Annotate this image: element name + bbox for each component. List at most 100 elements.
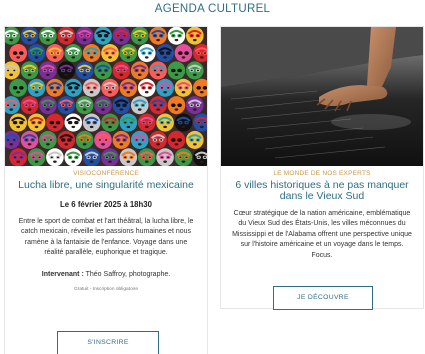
mask <box>57 96 76 115</box>
mask <box>94 27 112 45</box>
mask <box>186 130 204 149</box>
mask <box>20 130 39 149</box>
mask <box>156 148 174 166</box>
mask <box>174 148 193 166</box>
mask <box>94 96 112 115</box>
event-description: Cœur stratégique de la nation américaine… <box>232 210 412 259</box>
mask <box>82 44 101 63</box>
mask <box>46 78 64 97</box>
lucha-libre-masks-image[interactable] <box>5 27 207 166</box>
event-headline[interactable]: Lucha libre, une singularité mexicaine <box>11 180 201 191</box>
mask <box>27 44 46 63</box>
mask <box>137 78 156 97</box>
mask <box>112 27 131 45</box>
event-speaker: Intervenant : Théo Saffroy, photographe. <box>5 271 207 278</box>
event-headline[interactable]: 6 villes historiques à ne pas manquer da… <box>227 180 417 202</box>
mask <box>112 61 131 80</box>
mask <box>82 113 101 132</box>
mask <box>46 113 64 132</box>
mask <box>27 148 46 166</box>
mask <box>119 148 138 166</box>
mask <box>130 61 149 80</box>
mask <box>75 96 94 115</box>
mask <box>156 113 174 132</box>
mask <box>57 27 76 45</box>
mask <box>9 44 27 63</box>
mask <box>101 78 119 97</box>
mask <box>130 27 149 45</box>
mask <box>130 130 149 149</box>
memorial-photo <box>221 27 423 166</box>
mask <box>9 78 27 97</box>
mask <box>75 130 94 149</box>
mask <box>186 96 204 115</box>
mask <box>156 44 174 63</box>
mask <box>137 148 156 166</box>
mask <box>112 130 131 149</box>
mask <box>82 78 101 97</box>
register-button[interactable]: S'INSCRIRE <box>57 331 159 354</box>
section-title: AGENDA CULTUREL <box>154 3 271 15</box>
mask <box>186 27 204 45</box>
mask <box>20 61 39 80</box>
mask <box>101 148 119 166</box>
event-date: Le 6 février 2025 à 18h30 <box>60 200 152 209</box>
speaker-value: Théo Saffroy, photographe. <box>85 270 171 278</box>
mask <box>39 130 57 149</box>
mask <box>46 44 64 63</box>
mask <box>20 27 39 45</box>
mask <box>94 130 112 149</box>
mask <box>9 148 27 166</box>
mask <box>149 61 167 80</box>
mask <box>167 61 186 80</box>
mask <box>101 44 119 63</box>
mask <box>64 113 83 132</box>
registration-note: Gratuit - Inscription obligatoire <box>74 286 138 292</box>
speaker-label: Intervenant : <box>41 270 84 278</box>
event-card-vieux-sud: LE MONDE DE NOS EXPERTS 6 villes histori… <box>220 26 424 310</box>
mask <box>82 148 101 166</box>
event-card-lucha-libre: VISIOCONFÉRENCE Lucha libre, une singula… <box>4 26 208 354</box>
mask <box>156 78 174 97</box>
mask <box>149 130 167 149</box>
mask <box>57 61 76 80</box>
event-category: VISIOCONFÉRENCE <box>73 170 139 177</box>
mask <box>94 61 112 80</box>
mask <box>137 44 156 63</box>
mask <box>57 130 76 149</box>
mask <box>75 27 94 45</box>
mask <box>167 27 186 45</box>
memorial-hand-image[interactable] <box>221 27 423 166</box>
mask <box>75 61 94 80</box>
masks-photo <box>5 27 207 166</box>
mask <box>39 96 57 115</box>
event-description: Entre le sport de combat et l'art théâtr… <box>18 218 194 257</box>
mask <box>174 113 193 132</box>
mask <box>186 61 204 80</box>
mask <box>101 113 119 132</box>
mask <box>119 113 138 132</box>
mask <box>9 113 27 132</box>
discover-button[interactable]: JE DÉCOUVRE <box>273 286 373 310</box>
mask <box>39 61 57 80</box>
mask <box>174 78 193 97</box>
mask <box>112 96 131 115</box>
mask <box>149 96 167 115</box>
mask <box>119 44 138 63</box>
event-category: LE MONDE DE NOS EXPERTS <box>273 170 371 177</box>
mask <box>27 78 46 97</box>
mask <box>149 27 167 45</box>
mask <box>119 78 138 97</box>
mask <box>39 27 57 45</box>
mask <box>174 44 193 63</box>
mask <box>64 44 83 63</box>
mask <box>130 96 149 115</box>
mask <box>64 78 83 97</box>
mask <box>46 148 64 166</box>
mask <box>20 96 39 115</box>
mask <box>137 113 156 132</box>
mask <box>64 148 83 166</box>
mask <box>167 96 186 115</box>
mask <box>27 113 46 132</box>
mask <box>167 130 186 149</box>
